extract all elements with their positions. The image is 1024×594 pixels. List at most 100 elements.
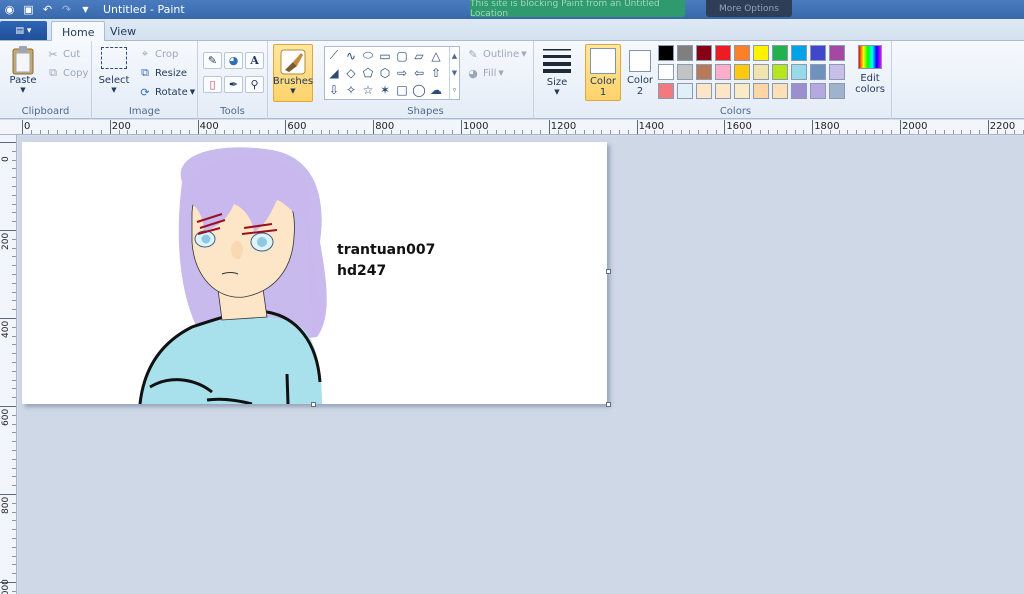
undo-icon[interactable]: ↶ <box>40 2 55 17</box>
color-swatch[interactable] <box>658 83 674 99</box>
canvas-resize-handle-right[interactable] <box>606 269 611 274</box>
color-swatch[interactable] <box>696 83 712 99</box>
shapes-scrollbar[interactable]: ▲ ▼ ▿ <box>449 47 459 99</box>
ruler-minor-tick <box>733 130 735 134</box>
triangle-shape-icon[interactable]: △ <box>428 48 444 63</box>
color-swatch[interactable] <box>791 64 807 80</box>
six-point-star-shape-icon[interactable]: ✶ <box>377 82 393 97</box>
ruler-minor-tick <box>259 130 261 134</box>
rotate-button[interactable]: ⟳ Rotate ▼ <box>138 85 195 99</box>
color1-button[interactable]: Color 1 <box>585 44 621 101</box>
color2-button[interactable]: Color 2 <box>622 44 658 101</box>
color-swatch[interactable] <box>715 64 731 80</box>
color-swatch[interactable] <box>734 45 750 61</box>
canvas-resize-handle-corner[interactable] <box>606 402 611 407</box>
color-swatch[interactable] <box>734 83 750 99</box>
copy-button[interactable]: ⧉ Copy <box>46 66 88 80</box>
magnifier-icon[interactable]: ⚲ <box>245 76 264 93</box>
crop-button[interactable]: ⌖ Crop <box>138 47 178 61</box>
color-swatch[interactable] <box>810 45 826 61</box>
cut-button[interactable]: ✂ Cut <box>46 47 80 61</box>
eraser-icon[interactable]: ▯ <box>203 76 222 93</box>
tab-home[interactable]: Home <box>51 21 106 42</box>
color-swatch[interactable] <box>753 83 769 99</box>
color-swatch[interactable] <box>772 64 788 80</box>
color-swatch[interactable] <box>658 64 674 80</box>
up-arrow-shape-icon[interactable]: ⇧ <box>428 65 444 80</box>
ruler-tick <box>0 142 16 143</box>
color-swatch[interactable] <box>753 64 769 80</box>
color-swatch[interactable] <box>791 45 807 61</box>
down-arrow-shape-icon[interactable]: ⇩ <box>326 82 342 97</box>
text-tool-icon[interactable]: A <box>245 52 264 69</box>
ruler-minor-tick <box>12 529 16 531</box>
outline-button[interactable]: ✎ Outline ▼ <box>466 47 526 61</box>
redo-icon[interactable]: ↷ <box>59 2 74 17</box>
more-options-banner[interactable]: More Options <box>706 0 792 17</box>
polygon-shape-icon[interactable]: ▱ <box>411 48 427 63</box>
color-swatch[interactable] <box>696 64 712 80</box>
pencil-icon[interactable]: ✎ <box>203 52 222 69</box>
drawing-canvas[interactable]: trantuan007 hd247 <box>22 142 607 404</box>
file-menu-button[interactable]: ▤ ▾ <box>0 21 47 40</box>
paint-app-icon[interactable]: ◉ <box>2 2 17 17</box>
color-swatch[interactable] <box>829 45 845 61</box>
color-swatch[interactable] <box>677 64 693 80</box>
ruler-tick <box>0 230 16 231</box>
callout-oval-shape-icon[interactable]: ◯ <box>411 82 427 97</box>
callout-cloud-shape-icon[interactable]: ☁ <box>428 82 444 97</box>
color-swatch[interactable] <box>677 83 693 99</box>
ruler-minor-tick <box>12 485 16 487</box>
save-icon[interactable]: ▣ <box>21 2 36 17</box>
brushes-button[interactable]: Brushes ▼ <box>273 44 313 102</box>
ruler-minor-tick <box>399 130 401 134</box>
color-swatch[interactable] <box>810 83 826 99</box>
rectangle-shape-icon[interactable]: ▭ <box>377 48 393 63</box>
color-swatch[interactable] <box>677 45 693 61</box>
diamond-shape-icon[interactable]: ◇ <box>343 65 359 80</box>
color-swatch[interactable] <box>772 45 788 61</box>
color-picker-icon[interactable]: ✒ <box>224 76 243 93</box>
edit-colors-button[interactable]: Edit colors <box>852 45 888 95</box>
ruler-minor-tick <box>513 130 515 134</box>
fill-button[interactable]: ◕ Fill ▼ <box>466 66 504 80</box>
color-swatch[interactable] <box>829 83 845 99</box>
color-swatch[interactable] <box>829 64 845 80</box>
canvas-resize-handle-bottom[interactable] <box>311 402 316 407</box>
color-swatch[interactable] <box>696 45 712 61</box>
color-swatch[interactable] <box>753 45 769 61</box>
callout-rect-shape-icon[interactable]: □ <box>394 82 410 97</box>
color-swatch[interactable] <box>734 64 750 80</box>
right-arrow-shape-icon[interactable]: ⇨ <box>394 65 410 80</box>
color-swatch[interactable] <box>772 83 788 99</box>
scroll-up-icon[interactable]: ▲ <box>452 52 457 60</box>
size-button[interactable]: Size ▼ <box>540 47 574 96</box>
four-point-star-shape-icon[interactable]: ✧ <box>343 82 359 97</box>
color-swatch[interactable] <box>715 45 731 61</box>
ruler-minor-tick <box>12 353 16 355</box>
tab-view[interactable]: View <box>100 21 146 41</box>
color-swatch[interactable] <box>791 83 807 99</box>
customize-toolbar-icon[interactable]: ▼ <box>78 2 93 17</box>
color-swatch[interactable] <box>810 64 826 80</box>
resize-button[interactable]: ⧉ Resize <box>138 66 187 80</box>
line-shape-icon[interactable]: ⟋ <box>326 48 342 63</box>
color-swatch[interactable] <box>658 45 674 61</box>
rounded-rectangle-shape-icon[interactable]: ▢ <box>394 48 410 63</box>
right-triangle-shape-icon[interactable]: ◢ <box>326 65 342 80</box>
left-arrow-shape-icon[interactable]: ⇦ <box>411 65 427 80</box>
scroll-down-icon[interactable]: ▼ <box>452 69 457 77</box>
five-point-star-shape-icon[interactable]: ☆ <box>360 82 376 97</box>
site-blocking-banner[interactable]: This site is blocking Paint from an Unti… <box>470 0 685 19</box>
paste-button[interactable]: Paste ▼ <box>6 45 40 94</box>
fill-bucket-icon[interactable]: ◕ <box>224 52 243 69</box>
hexagon-shape-icon[interactable]: ⬡ <box>377 65 393 80</box>
expand-gallery-icon[interactable]: ▿ <box>453 86 457 94</box>
pentagon-shape-icon[interactable]: ⬠ <box>360 65 376 80</box>
oval-shape-icon[interactable]: ⬭ <box>360 48 376 63</box>
curve-shape-icon[interactable]: ∿ <box>343 48 359 63</box>
ruler-minor-tick <box>390 130 392 134</box>
select-button[interactable]: Select ▼ <box>98 47 130 94</box>
color-swatch[interactable] <box>715 83 731 99</box>
ruler-minor-tick <box>364 130 366 134</box>
